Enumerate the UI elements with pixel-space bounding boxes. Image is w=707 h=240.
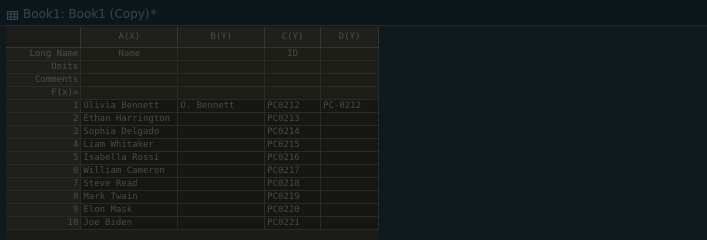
- long-name-cell-c[interactable]: ID: [264, 47, 322, 61]
- units-row: Units: [6, 60, 379, 74]
- formula-cell-d[interactable]: [320, 86, 379, 100]
- cell-name[interactable]: Mark Twain: [80, 190, 179, 204]
- cell-id[interactable]: PC0221: [264, 216, 322, 230]
- units-cell-c[interactable]: [264, 60, 322, 74]
- cell-short-name[interactable]: [177, 203, 266, 217]
- table-row: 9 Elon Mask PC0220: [6, 203, 379, 217]
- units-cell-d[interactable]: [320, 60, 379, 74]
- row-number[interactable]: 10: [6, 216, 82, 230]
- table-row: 4 Liam Whitaker PC0215: [6, 138, 379, 152]
- cell-id[interactable]: PC0218: [264, 177, 322, 191]
- cell-name[interactable]: William Cameron: [80, 164, 179, 178]
- row-header-units[interactable]: Units: [6, 60, 82, 74]
- cell-name[interactable]: Elon Mask: [80, 203, 179, 217]
- cell-code[interactable]: [320, 216, 379, 230]
- cell-code[interactable]: [320, 125, 379, 139]
- cell-name[interactable]: Liam Whitaker: [80, 138, 179, 152]
- cell-code[interactable]: [320, 112, 379, 126]
- cell-short-name[interactable]: [177, 112, 266, 126]
- cell-short-name[interactable]: [177, 125, 266, 139]
- cell-id[interactable]: PC0215: [264, 138, 322, 152]
- table-row: 3 Sophia Delgado PC0214: [6, 125, 379, 139]
- formula-cell-a[interactable]: [80, 86, 179, 100]
- cell-short-name[interactable]: [177, 216, 266, 230]
- row-number[interactable]: 4: [6, 138, 82, 152]
- row-number[interactable]: 1: [6, 99, 82, 113]
- cell-name[interactable]: Joe Biden: [80, 216, 179, 230]
- cell-id[interactable]: PC0213: [264, 112, 322, 126]
- column-header-b[interactable]: B(Y): [177, 27, 266, 48]
- table-row: 8 Mark Twain PC0219: [6, 190, 379, 204]
- cell-id[interactable]: PC0212: [264, 99, 322, 113]
- window-titlebar: Book1: Book1 (Copy)*: [0, 0, 707, 26]
- cell-name[interactable]: Sophia Delgado: [80, 125, 179, 139]
- row-number[interactable]: 6: [6, 164, 82, 178]
- column-header-d[interactable]: D(Y): [320, 27, 379, 48]
- comments-cell-a[interactable]: [80, 73, 179, 87]
- row-number[interactable]: 5: [6, 151, 82, 165]
- cell-id[interactable]: PC0220: [264, 203, 322, 217]
- worksheet-grid-icon: [7, 11, 18, 20]
- worksheet-grid[interactable]: A(X) B(Y) C(Y) D(Y) Long Name Name ID Un…: [6, 27, 379, 240]
- formula-cell-b[interactable]: [177, 86, 266, 100]
- cell-name[interactable]: Olivia Bennett: [80, 99, 179, 113]
- cell-code[interactable]: [320, 151, 379, 165]
- row-header-formula[interactable]: F(x)=: [6, 86, 82, 100]
- units-cell-a[interactable]: [80, 60, 179, 74]
- cell-id[interactable]: PC0217: [264, 164, 322, 178]
- long-name-cell-a[interactable]: Name: [80, 47, 179, 61]
- row-header-long-name[interactable]: Long Name: [6, 47, 82, 61]
- table-row: 2 Ethan Harrington PC0213: [6, 112, 379, 126]
- cell-id[interactable]: PC0219: [264, 190, 322, 204]
- cell-short-name[interactable]: [177, 138, 266, 152]
- long-name-row: Long Name Name ID: [6, 47, 379, 61]
- worksheet-table: A(X) B(Y) C(Y) D(Y) Long Name Name ID Un…: [6, 27, 379, 230]
- select-all-corner[interactable]: [6, 27, 82, 48]
- table-row: 1 Olivia Bennett O. Bennett PC0212 PC-02…: [6, 99, 379, 113]
- cell-code[interactable]: PC-0212: [320, 99, 379, 113]
- cell-name[interactable]: Isabella Rossi: [80, 151, 179, 165]
- table-row: 10 Joe Biden PC0221: [6, 216, 379, 230]
- row-number[interactable]: 7: [6, 177, 82, 191]
- row-number[interactable]: 3: [6, 125, 82, 139]
- cell-short-name[interactable]: [177, 190, 266, 204]
- empty-workspace-area: [379, 27, 707, 240]
- cell-code[interactable]: [320, 164, 379, 178]
- cell-name[interactable]: Ethan Harrington: [80, 112, 179, 126]
- table-row: 7 Steve Read PC0218: [6, 177, 379, 191]
- column-header-row: A(X) B(Y) C(Y) D(Y): [6, 27, 379, 48]
- table-row: 6 William Cameron PC0217: [6, 164, 379, 178]
- formula-row: F(x)=: [6, 86, 379, 100]
- comments-cell-d[interactable]: [320, 73, 379, 87]
- row-header-comments[interactable]: Comments: [6, 73, 82, 87]
- unsaved-marker: *: [150, 7, 157, 21]
- row-number[interactable]: 2: [6, 112, 82, 126]
- comments-row: Comments: [6, 73, 379, 87]
- cell-code[interactable]: [320, 177, 379, 191]
- cell-id[interactable]: PC0214: [264, 125, 322, 139]
- units-cell-b[interactable]: [177, 60, 266, 74]
- cell-short-name[interactable]: [177, 164, 266, 178]
- comments-cell-c[interactable]: [264, 73, 322, 87]
- long-name-cell-d[interactable]: [320, 47, 379, 61]
- row-number[interactable]: 8: [6, 190, 82, 204]
- column-header-a[interactable]: A(X): [80, 27, 179, 48]
- column-header-c[interactable]: C(Y): [264, 27, 322, 48]
- cell-id[interactable]: PC0216: [264, 151, 322, 165]
- comments-cell-b[interactable]: [177, 73, 266, 87]
- cell-short-name[interactable]: [177, 177, 266, 191]
- cell-name[interactable]: Steve Read: [80, 177, 179, 191]
- long-name-cell-b[interactable]: [177, 47, 266, 61]
- cell-code[interactable]: [320, 138, 379, 152]
- cell-code[interactable]: [320, 203, 379, 217]
- window-title: Book1: Book1 (Copy)*: [23, 7, 156, 21]
- cell-short-name[interactable]: O. Bennett: [177, 99, 266, 113]
- formula-cell-c[interactable]: [264, 86, 322, 100]
- cell-code[interactable]: [320, 190, 379, 204]
- cell-short-name[interactable]: [177, 151, 266, 165]
- window-title-text: Book1: Book1 (Copy): [23, 7, 150, 21]
- table-row: 5 Isabella Rossi PC0216: [6, 151, 379, 165]
- row-number[interactable]: 9: [6, 203, 82, 217]
